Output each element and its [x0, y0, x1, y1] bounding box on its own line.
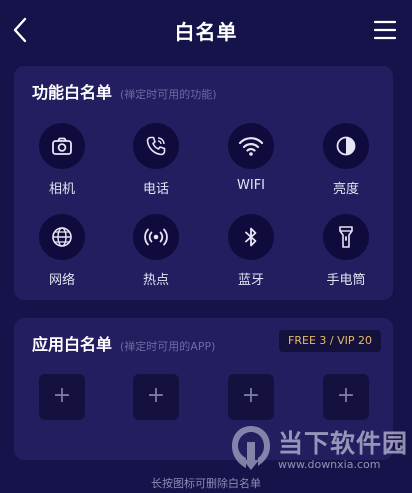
function-item-label: 蓝牙 [237, 273, 264, 288]
function-item-brightness[interactable]: 亮度 [311, 123, 381, 197]
menu-button[interactable] [373, 20, 397, 40]
add-app-button[interactable]: + [323, 374, 369, 420]
hamburger-icon [373, 20, 397, 40]
function-item-hotspot[interactable]: 热点 [121, 214, 191, 288]
function-item-bluetooth[interactable]: 蓝牙 [216, 214, 286, 288]
function-item-label: 手电筒 [326, 273, 366, 288]
function-item-label: 热点 [142, 273, 169, 288]
function-item-label: 亮度 [332, 182, 359, 197]
function-item-camera[interactable]: 相机 [27, 123, 97, 197]
function-whitelist-card: 功能白名单 (禅定时可用的功能) 相机 电话 WIFI 亮度 网络 热点 蓝牙 … [14, 66, 393, 300]
wifi-icon [238, 137, 264, 156]
function-item-label: WIFI [237, 178, 265, 193]
function-item-phone[interactable]: 电话 [121, 123, 191, 197]
watermark: 当下软件园 www.downxia.com [228, 420, 412, 480]
watermark-text: 当下软件园 [278, 429, 409, 458]
page-title: 白名单 [174, 20, 238, 44]
function-item-label: 相机 [48, 182, 75, 197]
function-whitelist-title: 功能白名单 (禅定时可用的功能) [32, 83, 217, 102]
app-header: 白名单 [0, 0, 412, 60]
hotspot-icon [144, 228, 168, 246]
globe-icon [52, 227, 72, 247]
function-whitelist-subtitle: (禅定时可用的功能) [120, 88, 217, 101]
flashlight-icon [339, 226, 353, 248]
app-whitelist-title: 应用白名单 (禅定时可用的APP) [32, 335, 216, 354]
add-app-button[interactable]: + [133, 374, 179, 420]
function-item-label: 电话 [142, 182, 169, 197]
app-whitelist-subtitle: (禅定时可用的APP) [120, 340, 216, 353]
quota-badge: FREE 3 / VIP 20 [279, 330, 381, 352]
function-item-wifi[interactable]: WIFI [216, 123, 286, 193]
add-app-button[interactable]: + [39, 374, 85, 420]
function-item-network[interactable]: 网络 [27, 214, 97, 288]
function-item-flashlight[interactable]: 手电筒 [311, 214, 381, 288]
bluetooth-icon [245, 227, 257, 247]
phone-icon [146, 136, 166, 156]
downxia-logo-icon [232, 426, 270, 470]
brightness-icon [336, 136, 356, 156]
function-item-label: 网络 [48, 273, 75, 288]
delete-hint: 长按图标可删除白名单 [151, 477, 261, 490]
camera-icon [52, 137, 72, 155]
watermark-url: www.downxia.com [278, 458, 381, 471]
add-app-button[interactable]: + [228, 374, 274, 420]
